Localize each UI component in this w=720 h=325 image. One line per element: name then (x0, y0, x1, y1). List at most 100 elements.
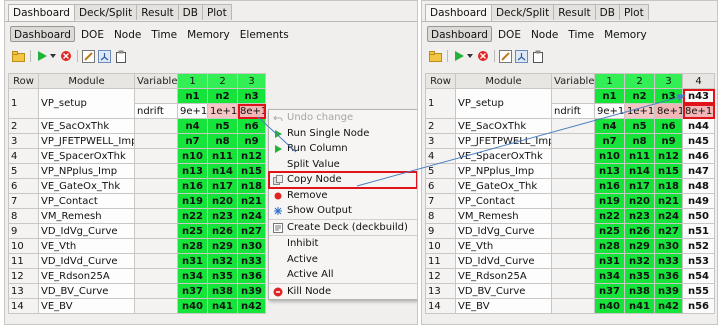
node-cell[interactable]: n19 (177, 193, 208, 209)
module-name[interactable]: VE_SacOxThk (38, 118, 135, 134)
module-name[interactable]: VE_Vth (38, 238, 135, 254)
node-cell[interactable]: n25 (594, 223, 625, 239)
node-cell-copied[interactable]: n53 (682, 253, 715, 269)
column-header[interactable]: 4 (682, 73, 715, 89)
module-name[interactable]: VM_Remesh (455, 208, 552, 224)
node-cell[interactable]: n13 (594, 163, 625, 179)
clipboard-icon[interactable] (113, 49, 128, 63)
node-cell[interactable]: n38 (624, 283, 655, 299)
menu-item-inhibit[interactable]: Inhibit (269, 235, 417, 252)
node-cell[interactable]: n16 (594, 178, 625, 194)
tab-result[interactable]: Result (553, 4, 596, 20)
table-row[interactable]: 11 VD_IdVd_Curve n31 n32 n33 n53 (425, 253, 715, 269)
node-cell-copied[interactable]: n55 (682, 283, 715, 299)
node-cell[interactable]: n14 (207, 163, 238, 179)
module-name[interactable]: VP_Contact (38, 193, 135, 209)
node-cell-copied[interactable]: n45 (682, 133, 715, 149)
subtab-doe[interactable]: DOE (494, 26, 525, 42)
node-cell[interactable]: n1 (177, 88, 208, 104)
node-cell-copied[interactable]: n50 (682, 208, 715, 224)
menu-item-active[interactable]: Active (269, 252, 417, 268)
module-name[interactable]: VE_GateOx_Thk (455, 178, 552, 194)
node-cell[interactable]: n30 (654, 238, 683, 254)
table-row[interactable]: 6 VE_GateOx_Thk n16 n17 n18 n48 (425, 178, 715, 194)
node-cell[interactable]: n26 (207, 223, 238, 239)
node-cell[interactable]: n36 (237, 268, 266, 284)
node-cell[interactable]: n5 (624, 118, 655, 134)
module-name[interactable]: VM_Remesh (38, 208, 135, 224)
node-cell-copied[interactable]: n51 (682, 223, 715, 239)
node-cell[interactable]: n15 (654, 163, 683, 179)
module-name[interactable]: VP_JFETPWELL_Imp (455, 133, 552, 149)
table-row[interactable]: 7 VP_Contact n19 n20 n21 n49 (425, 193, 715, 209)
node-cell[interactable]: n28 (177, 238, 208, 254)
node-cell[interactable]: n41 (624, 298, 655, 314)
node-cell-copied[interactable]: n56 (682, 298, 715, 314)
node-cell-copied[interactable]: n46 (682, 148, 715, 164)
table-row[interactable]: 13 VD_BV_Curve n37 n38 n39 n55 (425, 283, 715, 299)
subtab-doe[interactable]: DOE (77, 26, 108, 42)
tree-icon[interactable] (514, 49, 529, 63)
table-row[interactable]: 5 VP_NPplus_Imp n13 n14 n15 n47 (425, 163, 715, 179)
variable-value[interactable]: 1e+16 (207, 103, 238, 119)
module-name[interactable]: VE_Rdson25A (38, 268, 135, 284)
menu-item-create-deck-deckbuild[interactable]: Create Deck (deckbuild) (269, 218, 417, 236)
stop-icon[interactable] (58, 49, 73, 63)
node-cell-copied[interactable]: n54 (682, 268, 715, 284)
subtab-time[interactable]: Time (147, 26, 181, 42)
subtab-dashboard[interactable]: Dashboard (427, 26, 492, 42)
node-cell[interactable]: n7 (177, 133, 208, 149)
node-cell[interactable]: n36 (654, 268, 683, 284)
module-name[interactable]: VP_NPplus_Imp (38, 163, 135, 179)
node-cell[interactable]: n37 (177, 283, 208, 299)
column-header[interactable]: 1 (177, 73, 208, 89)
node-cell[interactable]: n40 (594, 298, 625, 314)
variable-value[interactable]: 8e+15 (237, 103, 266, 119)
node-cell[interactable]: n18 (237, 178, 266, 194)
node-cell[interactable]: n27 (654, 223, 683, 239)
node-cell[interactable]: n2 (207, 88, 238, 104)
subtab-elements[interactable]: Elements (236, 26, 293, 42)
node-cell[interactable]: n30 (237, 238, 266, 254)
variable-value[interactable]: 9e+15 (177, 103, 208, 119)
tree-icon[interactable] (97, 49, 112, 63)
node-cell[interactable]: n31 (594, 253, 625, 269)
node-cell[interactable]: n16 (177, 178, 208, 194)
variable-value[interactable]: 9e+15 (594, 103, 625, 119)
tab-dashboard[interactable]: Dashboard (8, 4, 75, 21)
column-header[interactable]: 3 (654, 73, 683, 89)
run-dropdown-icon[interactable] (50, 49, 57, 63)
node-cell[interactable]: n34 (594, 268, 625, 284)
table-row[interactable]: 4 VE_SpacerOxThk n10 n11 n12 n46 (425, 148, 715, 164)
node-cell[interactable]: n3 (654, 88, 683, 104)
table-row[interactable]: 14 VE_BV n40 n41 n42 (8, 298, 266, 314)
tab-plot[interactable]: Plot (201, 4, 232, 20)
node-cell[interactable]: n39 (654, 283, 683, 299)
node-cell-copied[interactable]: n43 (682, 88, 715, 104)
node-cell[interactable]: n10 (594, 148, 625, 164)
subtab-time[interactable]: Time (564, 26, 598, 42)
node-cell[interactable]: n37 (594, 283, 625, 299)
node-cell[interactable]: n20 (624, 193, 655, 209)
module-name[interactable]: VP_setup (455, 88, 552, 119)
node-cell[interactable]: n22 (177, 208, 208, 224)
table-row[interactable]: 1 VP_setup n1 n2 n3 n43 (425, 88, 715, 119)
node-cell[interactable]: n6 (237, 118, 266, 134)
menu-item-active-all[interactable]: Active All (269, 267, 417, 283)
node-cell[interactable]: n17 (207, 178, 238, 194)
module-name[interactable]: VD_BV_Curve (455, 283, 552, 299)
node-cell[interactable]: n40 (177, 298, 208, 314)
table-row[interactable]: 11 VD_IdVd_Curve n31 n32 n33 (8, 253, 266, 269)
menu-item-show-output[interactable]: Show Output (269, 203, 417, 219)
node-cell[interactable]: n33 (654, 253, 683, 269)
variable-value-copied[interactable]: 8e+15 (682, 103, 715, 119)
tab-dashboard[interactable]: Dashboard (425, 4, 492, 21)
table-row[interactable]: 5 VP_NPplus_Imp n13 n14 n15 (8, 163, 266, 179)
module-name[interactable]: VD_BV_Curve (38, 283, 135, 299)
node-cell[interactable]: n29 (207, 238, 238, 254)
node-cell-copied[interactable]: n49 (682, 193, 715, 209)
variable-value[interactable]: 1e+16 (624, 103, 655, 119)
node-cell-copied[interactable]: n48 (682, 178, 715, 194)
run-dropdown-icon[interactable] (467, 49, 474, 63)
node-cell[interactable]: n9 (654, 133, 683, 149)
